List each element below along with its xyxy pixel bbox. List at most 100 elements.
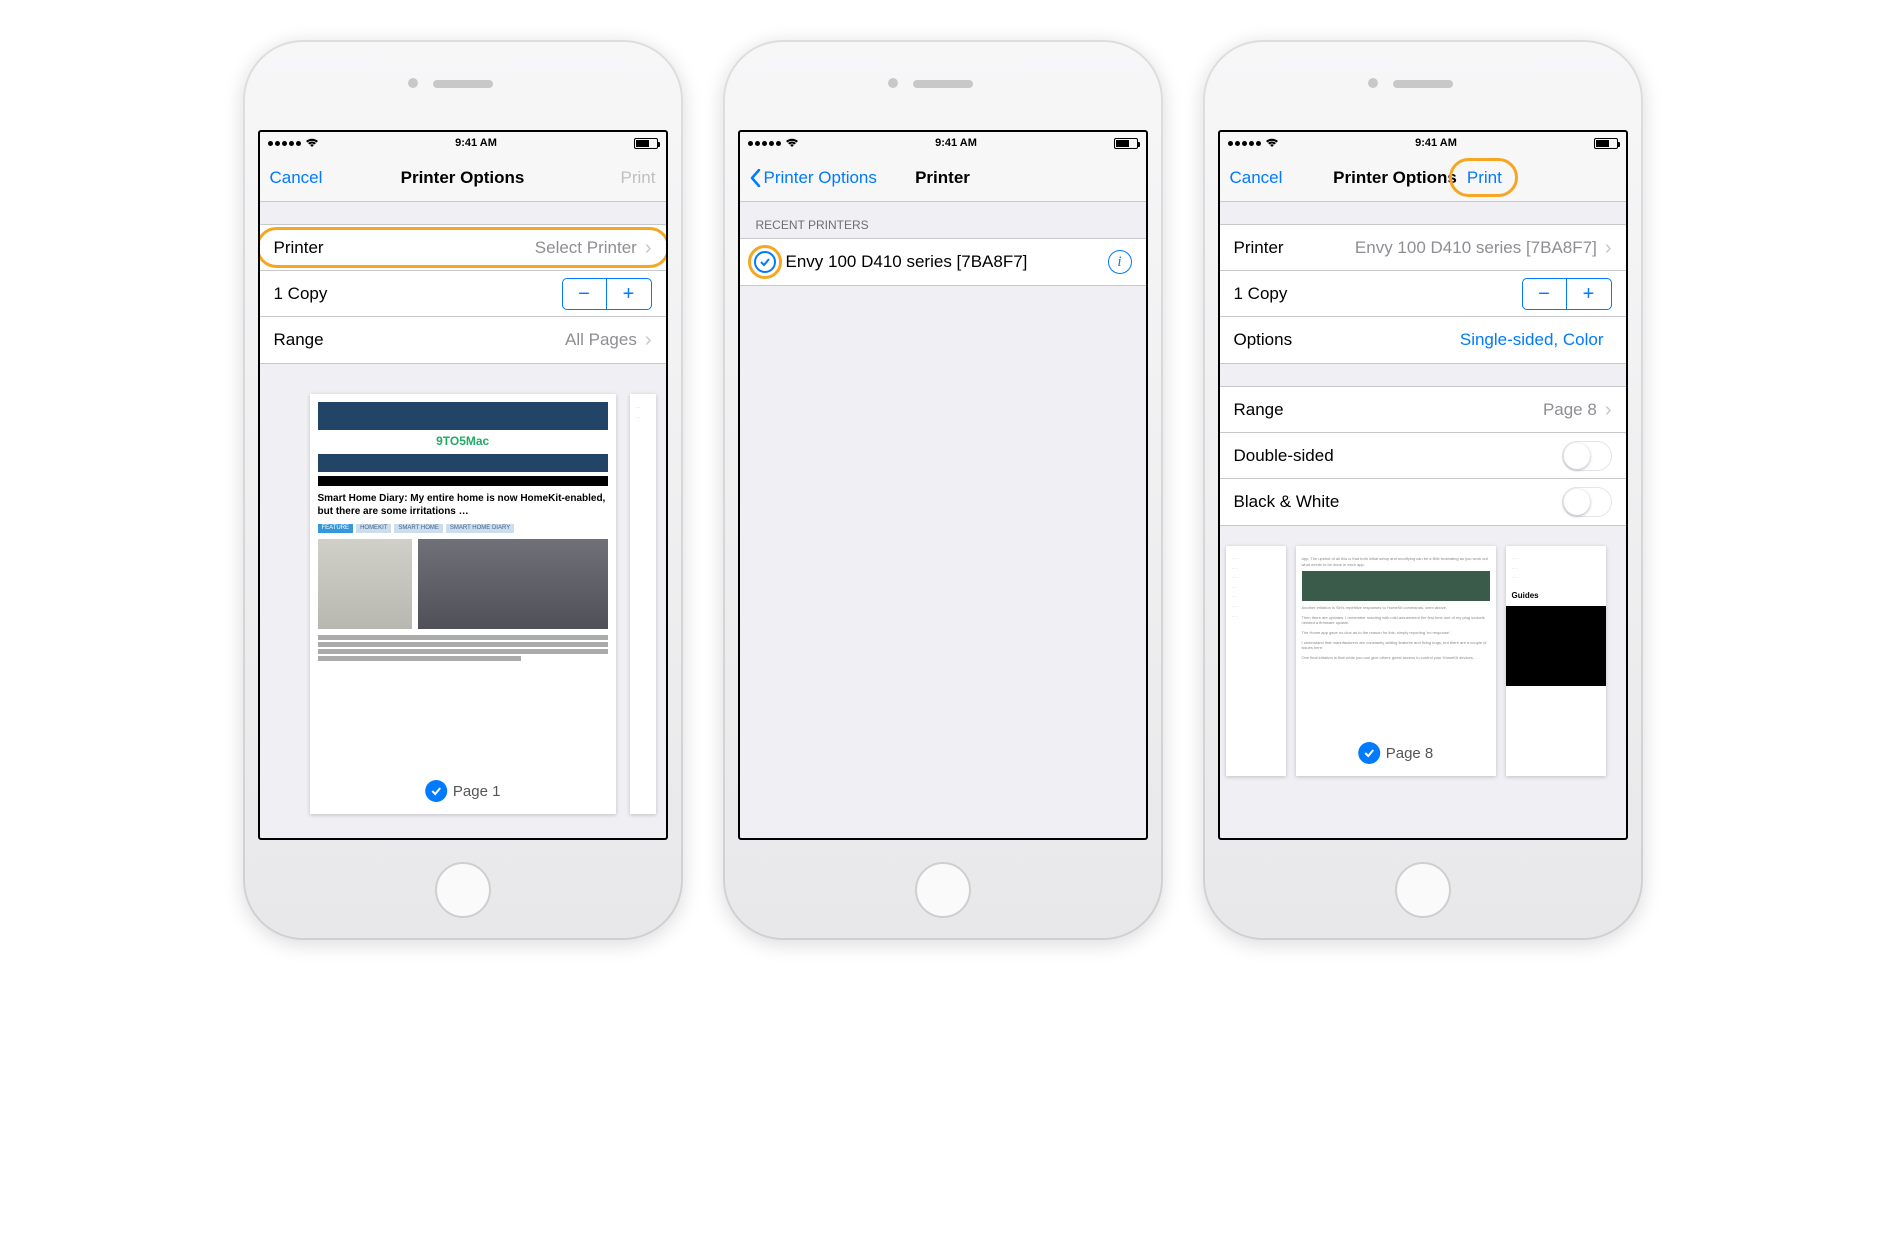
printer-label: Printer xyxy=(1234,238,1284,258)
stepper-minus[interactable]: − xyxy=(563,279,607,309)
printer-row[interactable]: Printer Select Printer › xyxy=(260,225,666,271)
guides-label: Guides xyxy=(1506,591,1606,600)
double-sided-switch[interactable] xyxy=(1562,441,1612,471)
cancel-button[interactable]: Cancel xyxy=(260,154,333,201)
page-label: Page 1 xyxy=(453,783,501,800)
status-time: 9:41 AM xyxy=(935,137,977,149)
home-button[interactable] xyxy=(435,862,491,918)
range-value: All Pages xyxy=(324,330,645,350)
printer-row[interactable]: Printer Envy 100 D410 series [7BA8F7] › xyxy=(1220,225,1626,271)
status-time: 9:41 AM xyxy=(455,137,497,149)
content-area[interactable]: Recent Printers Envy 100 D410 series [7B… xyxy=(740,202,1146,838)
printer-list-item[interactable]: Envy 100 D410 series [7BA8F7] i xyxy=(740,239,1146,285)
range-row[interactable]: Range All Pages › xyxy=(260,317,666,363)
page-preview-area[interactable]: 9TO5Mac Smart Home Diary: My entire home… xyxy=(260,364,666,838)
nav-bar: Cancel Printer Options Print xyxy=(260,154,666,202)
page-thumbnail-next[interactable]: …… xyxy=(630,394,656,814)
double-sided-label: Double-sided xyxy=(1234,446,1334,466)
back-label: Printer Options xyxy=(764,168,877,188)
device-frame-2: 9:41 AM Printer Options Printer Recent P… xyxy=(723,40,1163,940)
battery-icon xyxy=(1594,138,1618,149)
site-logo: 9TO5Mac xyxy=(318,434,608,450)
cellular-signal-icon xyxy=(268,141,301,146)
page-label: Page 8 xyxy=(1386,745,1434,762)
stepper-plus[interactable]: + xyxy=(1567,279,1611,309)
range-label: Range xyxy=(274,330,324,350)
wifi-icon xyxy=(305,138,319,148)
print-options-group-2: Range Page 8 › Double-sided Black & Whit… xyxy=(1220,386,1626,526)
stepper-plus[interactable]: + xyxy=(607,279,651,309)
section-header: Recent Printers xyxy=(740,202,1146,238)
home-button[interactable] xyxy=(915,862,971,918)
range-row[interactable]: Range Page 8 › xyxy=(1220,387,1626,433)
options-value: Single-sided, Color xyxy=(1292,330,1611,350)
screen-3: 9:41 AM Cancel Printer Options Print Pri… xyxy=(1218,130,1628,840)
copies-stepper[interactable]: − + xyxy=(562,278,652,310)
range-value: Page 8 xyxy=(1284,400,1605,420)
page-thumbnail-next[interactable]: · · ·· · ·· · · Guides xyxy=(1506,546,1606,776)
page-preview-area[interactable]: · · ·· · ·· · ·· · ·· · ·· · ·· · · app.… xyxy=(1220,526,1626,796)
print-button: Print xyxy=(611,154,666,201)
article-preview: 9TO5Mac Smart Home Diary: My entire home… xyxy=(310,394,616,671)
article-text: app. The upshot of all this is that both… xyxy=(1296,546,1496,670)
status-time: 9:41 AM xyxy=(1415,137,1457,149)
copies-label: 1 Copy xyxy=(1234,284,1288,304)
article-tags: FEATURE HOMEKIT SMART HOME SMART HOME DI… xyxy=(318,524,608,534)
page-badge[interactable]: Page 1 xyxy=(425,780,501,802)
screen-1: 9:41 AM Cancel Printer Options Print Pri… xyxy=(258,130,668,840)
options-label: Options xyxy=(1234,330,1293,350)
copies-stepper[interactable]: − + xyxy=(1522,278,1612,310)
black-white-row: Black & White xyxy=(1220,479,1626,525)
content-area[interactable]: Printer Envy 100 D410 series [7BA8F7] › … xyxy=(1220,202,1626,838)
nav-title: Printer Options xyxy=(1333,168,1457,188)
printer-list: Envy 100 D410 series [7BA8F7] i xyxy=(740,238,1146,286)
black-white-label: Black & White xyxy=(1234,492,1340,512)
print-options-group-1: Printer Envy 100 D410 series [7BA8F7] › … xyxy=(1220,224,1626,364)
disclosure-icon: › xyxy=(1605,400,1612,420)
disclosure-icon: › xyxy=(645,330,652,350)
device-frame-3: 9:41 AM Cancel Printer Options Print Pri… xyxy=(1203,40,1643,940)
nav-title: Printer Options xyxy=(401,168,525,188)
printer-label: Printer xyxy=(274,238,324,258)
page-thumbnail-current[interactable]: app. The upshot of all this is that both… xyxy=(1296,546,1496,776)
nav-bar: Printer Options Printer xyxy=(740,154,1146,202)
content-area[interactable]: Printer Select Printer › 1 Copy − + Rang… xyxy=(260,202,666,838)
page-selected-icon xyxy=(425,780,447,802)
status-bar: 9:41 AM xyxy=(1220,132,1626,154)
page-thumbnail-prev[interactable]: · · ·· · ·· · ·· · ·· · ·· · ·· · · xyxy=(1226,546,1286,776)
back-button[interactable]: Printer Options xyxy=(740,154,887,201)
status-bar: 9:41 AM xyxy=(740,132,1146,154)
home-button[interactable] xyxy=(1395,862,1451,918)
device-frame-1: 9:41 AM Cancel Printer Options Print Pri… xyxy=(243,40,683,940)
status-bar: 9:41 AM xyxy=(260,132,666,154)
article-title: Smart Home Diary: My entire home is now … xyxy=(318,492,608,518)
cellular-signal-icon xyxy=(748,141,781,146)
printer-value: Select Printer xyxy=(324,238,645,258)
print-options-group: Printer Select Printer › 1 Copy − + Rang… xyxy=(260,224,666,364)
checkmark-icon xyxy=(754,251,776,273)
info-icon[interactable]: i xyxy=(1108,250,1132,274)
options-row[interactable]: Options Single-sided, Color xyxy=(1220,317,1626,363)
print-button[interactable]: Print xyxy=(1457,154,1512,201)
chevron-left-icon xyxy=(750,169,761,187)
nav-bar: Cancel Printer Options Print xyxy=(1220,154,1626,202)
wifi-icon xyxy=(1265,138,1279,148)
page-badge[interactable]: Page 8 xyxy=(1358,742,1434,764)
range-label: Range xyxy=(1234,400,1284,420)
battery-icon xyxy=(1114,138,1138,149)
black-white-switch[interactable] xyxy=(1562,487,1612,517)
disclosure-icon: › xyxy=(1605,238,1612,258)
cancel-button[interactable]: Cancel xyxy=(1220,154,1293,201)
copies-label: 1 Copy xyxy=(274,284,328,304)
stepper-minus[interactable]: − xyxy=(1523,279,1567,309)
printer-name: Envy 100 D410 series [7BA8F7] xyxy=(786,252,1028,272)
nav-title: Printer xyxy=(915,168,970,188)
printer-value: Envy 100 D410 series [7BA8F7] xyxy=(1284,238,1605,258)
page-selected-icon xyxy=(1358,742,1380,764)
page-thumbnail-1[interactable]: 9TO5Mac Smart Home Diary: My entire home… xyxy=(310,394,616,814)
copies-row: 1 Copy − + xyxy=(1220,271,1626,317)
wifi-icon xyxy=(785,138,799,148)
copies-row: 1 Copy − + xyxy=(260,271,666,317)
double-sided-row: Double-sided xyxy=(1220,433,1626,479)
screen-2: 9:41 AM Printer Options Printer Recent P… xyxy=(738,130,1148,840)
